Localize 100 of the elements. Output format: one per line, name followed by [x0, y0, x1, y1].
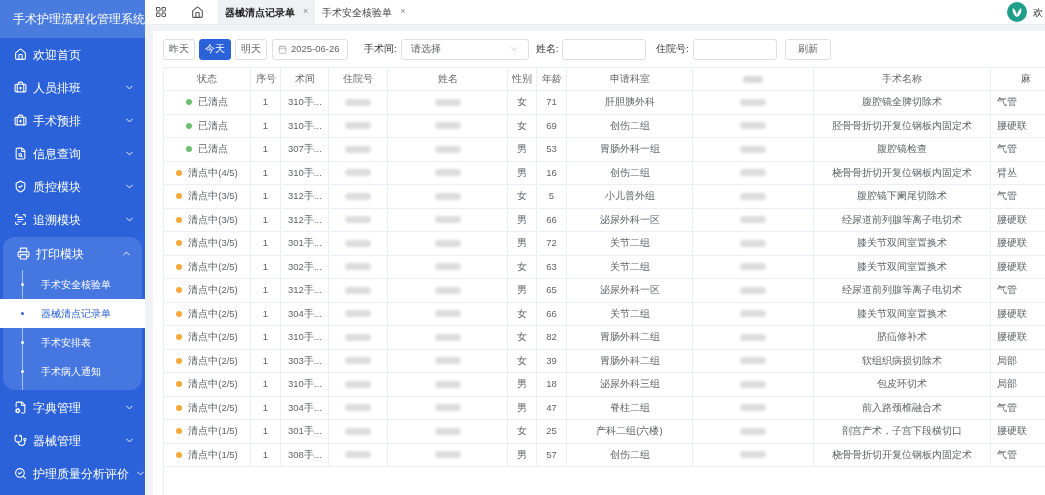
table-cell: 包皮环切术 — [877, 377, 927, 392]
submenu-item[interactable]: 手术安排表 — [3, 328, 142, 357]
table-cell: 女 — [517, 118, 527, 133]
table-cell-text: 气管 — [996, 283, 1018, 298]
inpatient-label: 住院号: — [656, 41, 689, 56]
table-cell: 已清点 — [198, 95, 228, 110]
table-cell-text: 310手... — [287, 118, 323, 133]
sidebar-item[interactable]: 器械管理 — [0, 424, 145, 457]
table-cell: 女 — [517, 259, 527, 274]
table-cell: 清点中(1/5) — [188, 447, 238, 462]
table-cell: 产科二组(六楼) — [596, 424, 663, 439]
table-cell: 1 — [262, 189, 269, 204]
table-cell: 18 — [546, 377, 557, 392]
sidebar-item[interactable]: 打印模块 — [3, 237, 142, 270]
table-cell: 关节二组 — [609, 236, 650, 251]
table-cell: 71 — [546, 95, 557, 110]
table-cell: 腹腔镜全脾切除术 — [862, 95, 942, 110]
table-cell: 泌尿外科一区 — [599, 283, 660, 298]
day-button[interactable]: 明天 — [235, 38, 267, 60]
sidebar-item[interactable]: 手术预排 — [0, 104, 145, 137]
table-cell-text: 气管 — [996, 400, 1018, 415]
user-greeting: 欢 — [1033, 5, 1043, 20]
table-cell: 1 — [262, 283, 269, 298]
table-cell: 创伤二组 — [609, 447, 650, 462]
table-cell: 清点中(3/5) — [188, 189, 238, 204]
table-cell: 脐疝修补术 — [877, 330, 927, 345]
room-select[interactable]: 请选择 — [400, 38, 529, 60]
submenu-item[interactable]: 器械清点记录单 — [0, 299, 145, 328]
table-cell: 1 — [262, 142, 269, 157]
table-cell: 男 — [517, 447, 527, 462]
table-cell: 82 — [546, 330, 557, 345]
close-icon[interactable]: × — [303, 5, 309, 19]
column-header: 术间 — [294, 71, 315, 86]
table-cell-text: 312手... — [287, 189, 323, 204]
table-cell: 女 — [517, 330, 527, 345]
table-cell-text: 310手... — [287, 165, 323, 180]
table-cell: 1 — [262, 236, 269, 251]
table-cell: 男 — [517, 165, 527, 180]
table-cell-text: 308手... — [287, 447, 323, 462]
table-cell: 1 — [262, 447, 269, 462]
table-cell-text: 307手... — [287, 142, 323, 157]
column-header: 手术名称 — [882, 71, 922, 86]
table-cell: 25 — [546, 424, 557, 439]
refresh-button[interactable]: 刷新 — [784, 38, 831, 60]
app-title: 手术护理流程化管理系统 — [13, 11, 145, 28]
table-cell: 47 — [546, 400, 557, 415]
sidebar-item[interactable]: 欢迎首页 — [0, 38, 145, 71]
column-header: 性别 — [512, 71, 532, 86]
table-cell: 清点中(2/5) — [188, 353, 238, 368]
sidebar-item[interactable]: 追溯模块 — [0, 203, 145, 236]
table-cell: 脊柱二组 — [609, 400, 650, 415]
submenu-item[interactable]: 手术安全核验单 — [3, 270, 142, 299]
table-cell: 1 — [262, 118, 269, 133]
column-header: 住院号 — [343, 71, 373, 86]
table-cell-text: 气管 — [996, 95, 1018, 110]
table-cell: 1 — [262, 400, 269, 415]
table-cell: 男 — [517, 377, 527, 392]
table-cell: 男 — [517, 142, 527, 157]
submenu-item[interactable]: 手术病人通知 — [3, 357, 142, 386]
table-cell: 男 — [517, 212, 527, 227]
table-cell-text: 302手... — [287, 259, 323, 274]
close-icon[interactable]: × — [400, 5, 406, 19]
table-cell: 清点中(3/5) — [188, 236, 238, 251]
table-cell: 57 — [546, 447, 557, 462]
table-cell: 女 — [517, 95, 527, 110]
date-field[interactable]: 2025-06-26 — [272, 38, 348, 60]
table-cell: 65 — [546, 283, 557, 298]
sidebar-item[interactable]: 护理质量分析评价 — [0, 457, 145, 490]
table-cell: 前入路颈椎融合术 — [862, 400, 942, 415]
table-cell-text: 气管 — [996, 142, 1018, 157]
table-cell: 清点中(2/5) — [188, 306, 238, 321]
sidebar-item[interactable]: 质控模块 — [0, 170, 145, 203]
page-tab[interactable]: 器械清点记录单 × — [218, 0, 316, 24]
table-cell: 69 — [546, 118, 557, 133]
table-cell: 桡骨骨折切开复位钢板内固定术 — [832, 165, 972, 180]
table-cell: 63 — [546, 259, 557, 274]
day-button[interactable]: 今天 — [199, 38, 231, 60]
sidebar-item[interactable]: 字典管理 — [0, 391, 145, 424]
column-header: 序号 — [255, 71, 276, 86]
table-cell: 膝关节双间室置换术 — [857, 259, 947, 274]
table-cell: 1 — [262, 377, 269, 392]
table-cell: 经尿道前列腺等离子电切术 — [842, 283, 962, 298]
table-cell: 膝关节双间室置换术 — [857, 306, 947, 321]
table-cell: 1 — [262, 95, 269, 110]
table-cell: 女 — [517, 353, 527, 368]
table-cell: 清点中(2/5) — [188, 283, 238, 298]
day-button[interactable]: 昨天 — [163, 38, 195, 60]
table-cell: 经尿道前列腺等离子电切术 — [842, 212, 962, 227]
table-cell-text: 303手... — [287, 353, 323, 368]
sidebar-item[interactable]: 信息查询 — [0, 137, 145, 170]
column-header: 麻 — [1020, 71, 1031, 86]
table-cell: 泌尿外科一区 — [599, 212, 660, 227]
table-cell-text: 腰硬联 — [996, 212, 1028, 227]
table-cell-text: 腰硬联 — [996, 306, 1028, 321]
table-cell-text: 310手... — [287, 377, 323, 392]
table-cell: 创伤二组 — [609, 118, 650, 133]
table-cell: 女 — [517, 306, 527, 321]
table-cell: 53 — [546, 142, 557, 157]
table-cell-text: 腰硬联 — [996, 330, 1028, 345]
sidebar-item[interactable]: 人员排班 — [0, 71, 145, 104]
